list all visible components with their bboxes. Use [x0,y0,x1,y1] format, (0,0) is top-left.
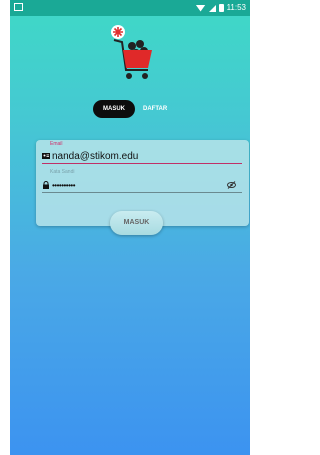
masuk-button[interactable]: MASUK [110,211,163,235]
status-bar: 11:53 [10,0,250,16]
email-label: Email [50,141,63,147]
email-field[interactable]: nanda@stikom.edu [42,149,242,164]
tab-daftar[interactable]: DAFTAR [143,100,167,118]
battery-icon [218,4,224,12]
clock: 11:53 [226,3,246,12]
notification-icon [14,3,23,11]
email-value: nanda@stikom.edu [52,150,139,162]
signal-icon [208,4,216,12]
auth-tabs: MASUK DAFTAR [93,100,183,118]
status-icons: 11:53 [195,0,246,16]
app-screen: 11:53 MASUK DAFTAR Email nanda@stikom.ed… [10,0,250,455]
lock-icon [43,181,49,189]
password-label: Kata Sandi [50,169,75,175]
tab-masuk[interactable]: MASUK [93,100,135,118]
password-value: •••••••••• [52,180,76,190]
visibility-toggle-icon[interactable] [227,181,236,189]
wifi-icon [195,4,206,12]
contact-card-icon [42,153,50,159]
password-field[interactable]: •••••••••• [42,178,242,193]
shopping-cart-logo-icon [111,25,152,79]
